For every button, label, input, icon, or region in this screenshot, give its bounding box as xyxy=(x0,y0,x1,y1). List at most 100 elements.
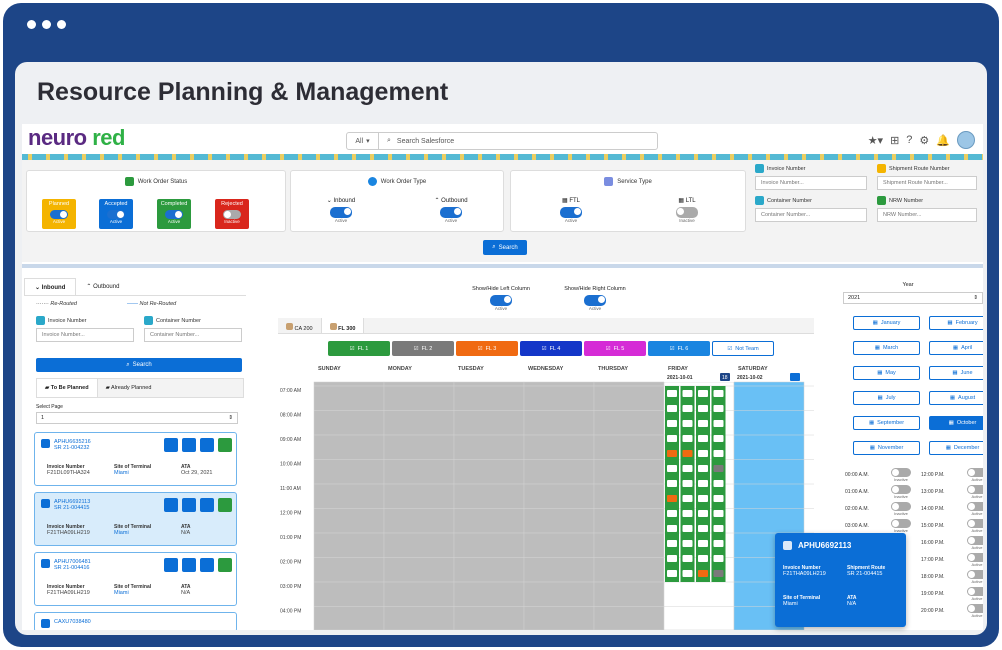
day-column[interactable] xyxy=(523,381,595,630)
invoice-input[interactable]: Invoice Number... xyxy=(755,176,867,190)
tab-fl-300[interactable]: FL 300 xyxy=(321,318,365,333)
select-page-dropdown[interactable]: 1 ⇕ xyxy=(36,412,238,424)
search-button[interactable]: ⌕ Search xyxy=(483,240,527,255)
work-order-chip[interactable] xyxy=(698,555,708,562)
download-icon[interactable] xyxy=(218,498,232,512)
calendar-icon[interactable] xyxy=(200,498,214,512)
month-button[interactable]: ▦ August xyxy=(929,391,983,405)
work-order-chip[interactable] xyxy=(667,405,677,412)
shipment-popup[interactable]: APHU6692113 Invoice Number F21THA09LH219 … xyxy=(775,533,906,627)
toggle[interactable] xyxy=(165,210,183,219)
left-invoice-input[interactable]: Invoice Number... xyxy=(36,328,134,342)
day-column[interactable] xyxy=(383,381,455,630)
search-placeholder[interactable]: Search Salesforce xyxy=(397,138,454,145)
work-order-chip[interactable] xyxy=(667,510,677,517)
work-order-chip[interactable] xyxy=(713,480,724,487)
work-order-chip[interactable] xyxy=(682,390,693,397)
hour-toggle[interactable] xyxy=(967,570,983,579)
month-button[interactable]: ▦ March xyxy=(853,341,920,355)
month-button[interactable]: ▦ February xyxy=(929,316,983,330)
day-column[interactable] xyxy=(593,381,665,630)
tab-to-be-planned[interactable]: ▰ To Be Planned xyxy=(37,379,98,397)
download-icon[interactable] xyxy=(218,438,232,452)
service-ftl[interactable]: ▦ FTL Active xyxy=(541,197,601,223)
document-icon[interactable] xyxy=(182,558,196,572)
document-icon[interactable] xyxy=(182,498,196,512)
work-order-chip[interactable] xyxy=(713,435,724,442)
month-button[interactable]: ▦ June xyxy=(929,366,983,380)
document-icon[interactable] xyxy=(182,438,196,452)
work-order-chip[interactable] xyxy=(667,390,677,397)
saturday-add-button[interactable] xyxy=(790,373,800,381)
month-button[interactable]: ▦ January xyxy=(853,316,920,330)
work-order-chip[interactable] xyxy=(698,570,708,577)
work-order-chip[interactable] xyxy=(713,405,724,412)
toggle[interactable] xyxy=(50,210,68,219)
work-order-chip[interactable] xyxy=(667,480,677,487)
work-order-chip[interactable] xyxy=(713,570,724,577)
work-order-chip[interactable] xyxy=(667,420,677,427)
hour-toggle[interactable] xyxy=(967,468,983,477)
search-scope[interactable]: All ▾ xyxy=(347,133,379,149)
work-order-chip[interactable] xyxy=(682,540,693,547)
work-order-chip[interactable] xyxy=(682,420,693,427)
work-order-chip[interactable] xyxy=(682,450,693,457)
day-column[interactable] xyxy=(453,381,525,630)
type-outbound[interactable]: ⌃ Outbound Active xyxy=(421,197,481,223)
tab-already-planned[interactable]: ▰ Already Planned xyxy=(97,379,243,397)
work-order-chip[interactable] xyxy=(667,555,677,562)
work-order-chip[interactable] xyxy=(667,525,677,532)
toggle[interactable] xyxy=(676,207,698,218)
calendar-grid[interactable]: SUNDAY MONDAY TUESDAY WEDNESDAY THURSDAY FRID… xyxy=(278,362,814,630)
work-order-chip[interactable] xyxy=(713,450,724,457)
toggle[interactable] xyxy=(223,210,241,219)
month-button[interactable]: ▦ September xyxy=(853,416,920,430)
work-order-chip[interactable] xyxy=(698,480,708,487)
work-order-chip[interactable] xyxy=(682,555,693,562)
hour-toggle[interactable] xyxy=(967,502,983,511)
calendar-icon[interactable] xyxy=(200,438,214,452)
location-icon[interactable] xyxy=(164,558,178,572)
work-order-chip[interactable] xyxy=(698,510,708,517)
toggle[interactable] xyxy=(440,207,462,218)
gear-icon[interactable]: ⚙ xyxy=(919,134,929,147)
toggle[interactable] xyxy=(490,295,512,306)
hour-toggle[interactable] xyxy=(967,604,983,613)
team-filter[interactable]: ☑ FL 1 xyxy=(328,341,390,356)
month-button[interactable]: ▦ July xyxy=(853,391,920,405)
toggle[interactable] xyxy=(330,207,352,218)
year-select[interactable]: 2021 ⇕ xyxy=(843,292,983,304)
favorites-icon[interactable]: ★▾ xyxy=(868,134,883,147)
tab-outbound[interactable]: ⌃ Outbound xyxy=(76,278,129,295)
hour-toggle[interactable] xyxy=(967,536,983,545)
work-order-chip[interactable] xyxy=(713,495,724,502)
work-order-chip[interactable] xyxy=(713,465,724,472)
work-order-chip[interactable] xyxy=(682,465,693,472)
work-order-chip[interactable] xyxy=(698,390,708,397)
work-order-chip[interactable] xyxy=(698,525,708,532)
work-order-chip[interactable] xyxy=(698,540,708,547)
work-order-chip[interactable] xyxy=(698,405,708,412)
work-order-chip[interactable] xyxy=(713,510,724,517)
team-filter[interactable]: ☑ FL 4 xyxy=(520,341,582,356)
work-order-chip[interactable] xyxy=(667,495,677,502)
location-icon[interactable] xyxy=(164,498,178,512)
team-filter[interactable]: ☑ FL 6 xyxy=(648,341,710,356)
hour-toggle[interactable] xyxy=(891,468,911,477)
toggle[interactable] xyxy=(584,295,606,306)
team-filter[interactable]: ☑ FL 2 xyxy=(392,341,454,356)
hour-toggle[interactable] xyxy=(967,587,983,596)
work-order-chip[interactable] xyxy=(713,390,724,397)
service-ltl[interactable]: ▦ LTL Inactive xyxy=(657,197,717,223)
work-order-chip[interactable] xyxy=(682,510,693,517)
work-order-chip[interactable] xyxy=(682,480,693,487)
work-order-chip[interactable] xyxy=(682,495,693,502)
tab-inbound[interactable]: ⌄ Inbound xyxy=(24,278,77,295)
toggle[interactable] xyxy=(560,207,582,218)
month-button[interactable]: ▦ April xyxy=(929,341,983,355)
work-order-chip[interactable] xyxy=(667,465,677,472)
hour-toggle[interactable] xyxy=(891,519,911,528)
work-order-chip[interactable] xyxy=(698,435,708,442)
work-order-chip[interactable] xyxy=(713,555,724,562)
month-button[interactable]: ▦ October xyxy=(929,416,983,430)
